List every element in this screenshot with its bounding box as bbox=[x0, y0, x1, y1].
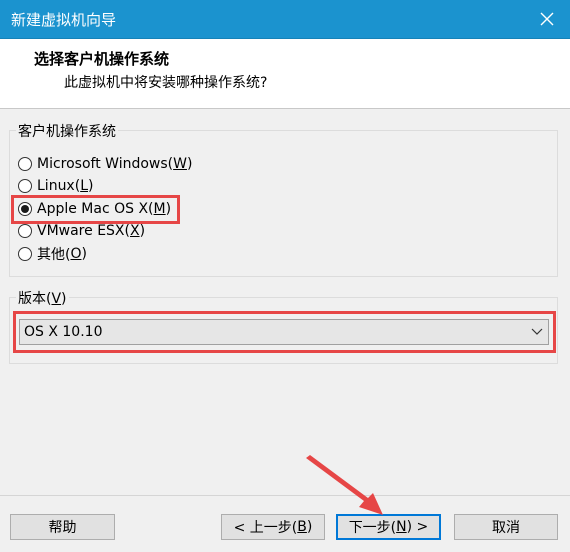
help-button[interactable]: 帮助 bbox=[10, 514, 115, 540]
close-icon bbox=[540, 12, 554, 26]
version-group-label: 版本(V) bbox=[16, 288, 69, 308]
radio-microsoft-windows[interactable]: Microsoft Windows(W) bbox=[18, 154, 192, 174]
close-button[interactable] bbox=[524, 0, 570, 38]
radio-indicator bbox=[18, 224, 32, 238]
page-subtitle: 此虚拟机中将安装哪种操作系统? bbox=[64, 75, 268, 91]
cancel-button[interactable]: 取消 bbox=[454, 514, 558, 540]
annotation-highlight-version bbox=[13, 311, 556, 353]
radio-indicator bbox=[18, 157, 32, 171]
radio-linux[interactable]: Linux(L) bbox=[18, 176, 93, 196]
radio-other[interactable]: 其他(O) bbox=[18, 244, 87, 264]
radio-vmware-esx[interactable]: VMware ESX(X) bbox=[18, 221, 145, 241]
guest-os-group-label: 客户机操作系统 bbox=[16, 121, 118, 141]
page-title: 选择客户机操作系统 bbox=[34, 50, 170, 68]
radio-indicator bbox=[18, 247, 32, 261]
title-bar[interactable]: 新建虚拟机向导 bbox=[0, 0, 570, 39]
annotation-arrow-icon bbox=[306, 455, 383, 515]
wizard-header: 选择客户机操作系统 此虚拟机中将安装哪种操作系统? bbox=[0, 39, 570, 109]
radio-indicator bbox=[18, 179, 32, 193]
window-title: 新建虚拟机向导 bbox=[11, 11, 117, 29]
annotation-highlight-mac-option bbox=[11, 195, 180, 224]
footer-divider bbox=[0, 495, 570, 496]
new-vm-wizard-window: 新建虚拟机向导 选择客户机操作系统 此虚拟机中将安装哪种操作系统? 客户机操作系… bbox=[0, 0, 570, 552]
